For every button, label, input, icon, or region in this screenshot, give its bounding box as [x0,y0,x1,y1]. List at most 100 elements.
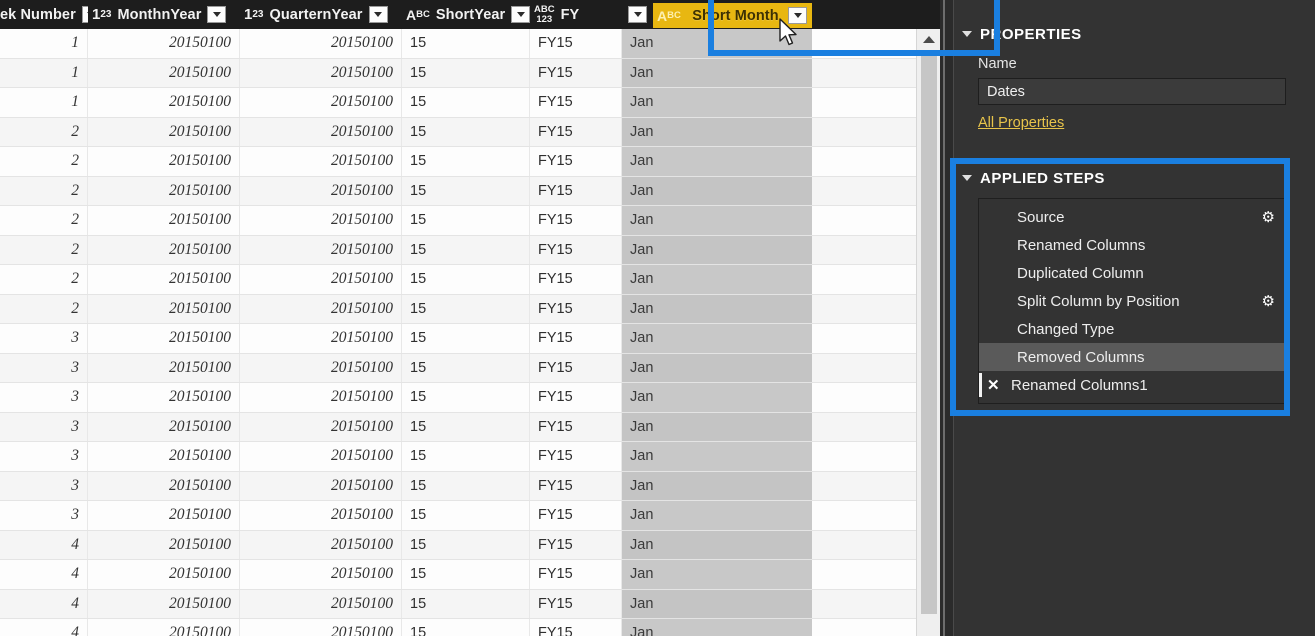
table-cell[interactable]: 2 [0,117,88,146]
table-cell[interactable]: 20150100 [240,147,402,176]
table-cell[interactable]: 20150100 [240,176,402,205]
table-cell[interactable]: 20150100 [88,442,240,471]
table-cell[interactable]: 1 [0,88,88,117]
table-cell[interactable]: FY15 [530,265,622,294]
table-cell[interactable]: FY15 [530,324,622,353]
column-filter-button[interactable] [511,6,530,23]
table-cell[interactable]: 20150100 [88,412,240,441]
table-cell[interactable]: 20150100 [240,88,402,117]
table-cell[interactable]: 20150100 [88,265,240,294]
table-cell[interactable]: 20150100 [240,471,402,500]
table-cell[interactable]: 15 [402,117,530,146]
applied-step-source[interactable]: Source ⚙ [979,203,1285,231]
table-row[interactable]: 4 20150100 20150100 15 FY15 Jan [0,589,916,619]
table-cell[interactable]: 15 [402,619,530,636]
table-cell[interactable]: 20150100 [240,58,402,87]
column-header-short-month[interactable]: A B C Short Month [622,0,812,29]
table-cell[interactable]: FY15 [530,501,622,530]
table-cell[interactable]: 20150100 [88,383,240,412]
table-cell[interactable]: 20150100 [88,530,240,559]
properties-section-header[interactable]: PROPERTIES [954,20,1315,48]
table-cell[interactable]: 20150100 [88,176,240,205]
table-cell[interactable]: 20150100 [88,501,240,530]
table-cell[interactable]: 15 [402,383,530,412]
table-cell[interactable]: 15 [402,176,530,205]
table-cell[interactable]: 2 [0,294,88,323]
applied-step-renamed-columns1[interactable]: ✕ Renamed Columns1 [979,371,1285,399]
table-cell[interactable]: 20150100 [88,324,240,353]
table-cell[interactable]: 20150100 [240,501,402,530]
table-cell[interactable]: Jan [622,383,812,412]
table-cell[interactable]: FY15 [530,589,622,618]
table-cell[interactable]: 20150100 [240,560,402,589]
table-cell[interactable]: 15 [402,530,530,559]
table-cell[interactable]: 20150100 [88,117,240,146]
column-header-ek-number[interactable]: ek Number [0,0,88,29]
scrollbar-thumb[interactable] [921,54,937,614]
table-cell[interactable]: Jan [622,265,812,294]
table-cell[interactable]: 20150100 [88,560,240,589]
applied-step-split-column-by-position[interactable]: Split Column by Position ⚙ [979,287,1285,315]
table-cell[interactable]: 15 [402,471,530,500]
table-cell[interactable]: 15 [402,353,530,382]
table-cell[interactable]: 4 [0,530,88,559]
table-row[interactable]: 4 20150100 20150100 15 FY15 Jan [0,530,916,560]
table-cell[interactable]: 20150100 [88,88,240,117]
table-cell[interactable]: FY15 [530,294,622,323]
column-header-fy[interactable]: ABC 123 FY [530,0,622,29]
table-row[interactable]: 2 20150100 20150100 15 FY15 Jan [0,147,916,177]
table-cell[interactable]: 3 [0,442,88,471]
table-cell[interactable]: 15 [402,206,530,235]
table-row[interactable]: 1 20150100 20150100 15 FY15 Jan [0,88,916,118]
table-row[interactable]: 3 20150100 20150100 15 FY15 Jan [0,353,916,383]
all-properties-link[interactable]: All Properties [978,115,1064,131]
table-cell[interactable]: Jan [622,589,812,618]
table-cell[interactable]: 15 [402,235,530,264]
gear-icon[interactable]: ⚙ [1262,294,1275,309]
table-cell[interactable]: FY15 [530,560,622,589]
table-cell[interactable]: 20150100 [240,265,402,294]
table-cell[interactable]: 2 [0,206,88,235]
table-cell[interactable]: 2 [0,235,88,264]
table-cell[interactable]: Jan [622,560,812,589]
table-cell[interactable]: 20150100 [240,235,402,264]
column-filter-button[interactable] [788,7,807,24]
table-row[interactable]: 3 20150100 20150100 15 FY15 Jan [0,412,916,442]
table-cell[interactable]: FY15 [530,29,622,58]
table-cell[interactable]: FY15 [530,619,622,636]
table-cell[interactable]: FY15 [530,117,622,146]
table-cell[interactable]: Jan [622,501,812,530]
table-cell[interactable]: 15 [402,88,530,117]
table-row[interactable]: 2 20150100 20150100 15 FY15 Jan [0,206,916,236]
table-cell[interactable]: 20150100 [88,619,240,636]
table-cell[interactable]: 1 [0,58,88,87]
table-cell[interactable]: Jan [622,530,812,559]
table-row[interactable]: 2 20150100 20150100 15 FY15 Jan [0,176,916,206]
table-row[interactable]: 3 20150100 20150100 15 FY15 Jan [0,442,916,472]
table-cell[interactable]: 3 [0,412,88,441]
column-header-monthnyear[interactable]: 1 2 3 MonthnYear [88,0,240,29]
table-cell[interactable]: FY15 [530,58,622,87]
table-row[interactable]: 2 20150100 20150100 15 FY15 Jan [0,117,916,147]
table-cell[interactable]: 3 [0,501,88,530]
table-cell[interactable]: 3 [0,353,88,382]
table-cell[interactable]: FY15 [530,235,622,264]
table-cell[interactable]: Jan [622,324,812,353]
table-cell[interactable]: Jan [622,88,812,117]
table-row[interactable]: 1 20150100 20150100 15 FY15 Jan [0,58,916,88]
column-header-shortyear[interactable]: A B C ShortYear [402,0,530,29]
table-cell[interactable]: FY15 [530,530,622,559]
table-cell[interactable]: Jan [622,412,812,441]
table-cell[interactable]: 15 [402,147,530,176]
table-cell[interactable]: 4 [0,619,88,636]
table-cell[interactable]: 15 [402,294,530,323]
table-row[interactable]: 2 20150100 20150100 15 FY15 Jan [0,265,916,295]
table-cell[interactable]: 3 [0,324,88,353]
column-header-quarternyear[interactable]: 1 2 3 QuarternYear [240,0,402,29]
table-cell[interactable]: FY15 [530,176,622,205]
table-cell[interactable]: 2 [0,176,88,205]
table-cell[interactable]: 20150100 [88,589,240,618]
table-cell[interactable]: 15 [402,412,530,441]
table-cell[interactable]: 2 [0,265,88,294]
table-row[interactable]: 1 20150100 20150100 15 FY15 Jan [0,29,916,59]
